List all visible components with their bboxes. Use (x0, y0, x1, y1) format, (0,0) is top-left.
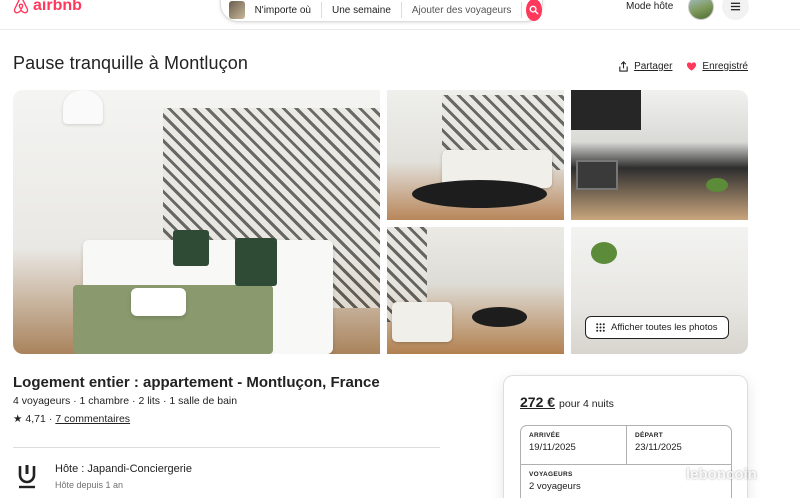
listing-subtitle: Logement entier : appartement - Montluço… (13, 374, 380, 391)
host-logo-icon (18, 465, 36, 489)
rating-separator: · (48, 413, 53, 425)
pillow (173, 230, 209, 266)
search-bar[interactable]: N'importe où Une semaine Ajouter des voy… (220, 0, 543, 22)
grid-icon (596, 323, 605, 332)
host-since: Hôte depuis 1 an (55, 480, 124, 490)
reviews-link[interactable]: 7 commentaires (55, 413, 130, 425)
menu-button[interactable] (722, 0, 749, 20)
title-actions: Partager Enregistré (618, 61, 748, 72)
plant (591, 242, 617, 264)
price-amount[interactable]: 272 € (520, 394, 555, 410)
share-button[interactable]: Partager (618, 61, 672, 72)
host-name: Hôte : Japandi-Conciergerie (55, 463, 192, 475)
coffee-table (412, 180, 547, 208)
pillow (235, 238, 277, 286)
search-when[interactable]: Une semaine (322, 2, 402, 18)
sofa (392, 302, 452, 342)
show-all-photos-label: Afficher toutes les photos (611, 322, 718, 333)
towel (131, 288, 186, 316)
photo-grid (13, 90, 748, 354)
host-mode-link[interactable]: Mode hôte (626, 1, 673, 12)
checkout-field[interactable]: DÉPART 23/11/2025 (627, 426, 733, 464)
search-who[interactable]: Ajouter des voyageurs (402, 2, 523, 18)
save-button[interactable]: Enregistré (686, 61, 748, 72)
checkin-value: 19/11/2025 (529, 442, 576, 453)
top-header: airbnb N'importe où Une semaine Ajouter … (0, 0, 800, 30)
airbnb-logo-icon (13, 0, 29, 14)
page-title: Pause tranquille à Montluçon (13, 53, 248, 73)
checkout-label: DÉPART (635, 432, 664, 439)
photo-living-room[interactable] (387, 90, 564, 220)
brand-name: airbnb (33, 0, 82, 14)
pendant-lamp (63, 90, 103, 124)
kitchen-cabinet (571, 90, 641, 130)
show-all-photos-button[interactable]: Afficher toutes les photos (585, 316, 729, 339)
photo-kitchen[interactable] (571, 90, 748, 220)
save-label: Enregistré (702, 61, 748, 72)
rating-row: ★ 4,71 · 7 commentaires (13, 413, 130, 425)
search-icon (529, 5, 539, 15)
price-suffix: pour 4 nuits (559, 398, 614, 410)
heart-icon (687, 62, 697, 71)
share-label: Partager (634, 61, 673, 72)
photo-bedroom[interactable] (13, 90, 380, 354)
photo-lounge[interactable] (387, 227, 564, 354)
star-icon: ★ (13, 413, 23, 425)
watermark: leboncoin (686, 466, 757, 483)
checkout-value: 23/11/2025 (635, 442, 682, 453)
menu-icon (730, 2, 741, 11)
listing-details: 4 voyageurs · 1 chambre · 2 lits · 1 sal… (13, 395, 238, 407)
search-where[interactable]: N'importe où (245, 2, 322, 18)
coffee-table (472, 307, 527, 327)
oven (576, 160, 618, 190)
price-row: 272 € pour 4 nuits (520, 394, 614, 410)
divider (13, 447, 440, 448)
date-picker: ARRIVÉE 19/11/2025 DÉPART 23/11/2025 VOY… (520, 425, 732, 498)
search-thumbnail (229, 1, 245, 19)
rating-value: 4,71 (25, 413, 46, 425)
checkin-field[interactable]: ARRIVÉE 19/11/2025 (521, 426, 627, 464)
share-icon (619, 61, 628, 72)
avatar[interactable] (688, 0, 714, 20)
airbnb-logo[interactable]: airbnb (12, 0, 82, 15)
plant (706, 178, 728, 192)
search-button[interactable] (526, 0, 542, 21)
checkin-label: ARRIVÉE (529, 432, 560, 439)
